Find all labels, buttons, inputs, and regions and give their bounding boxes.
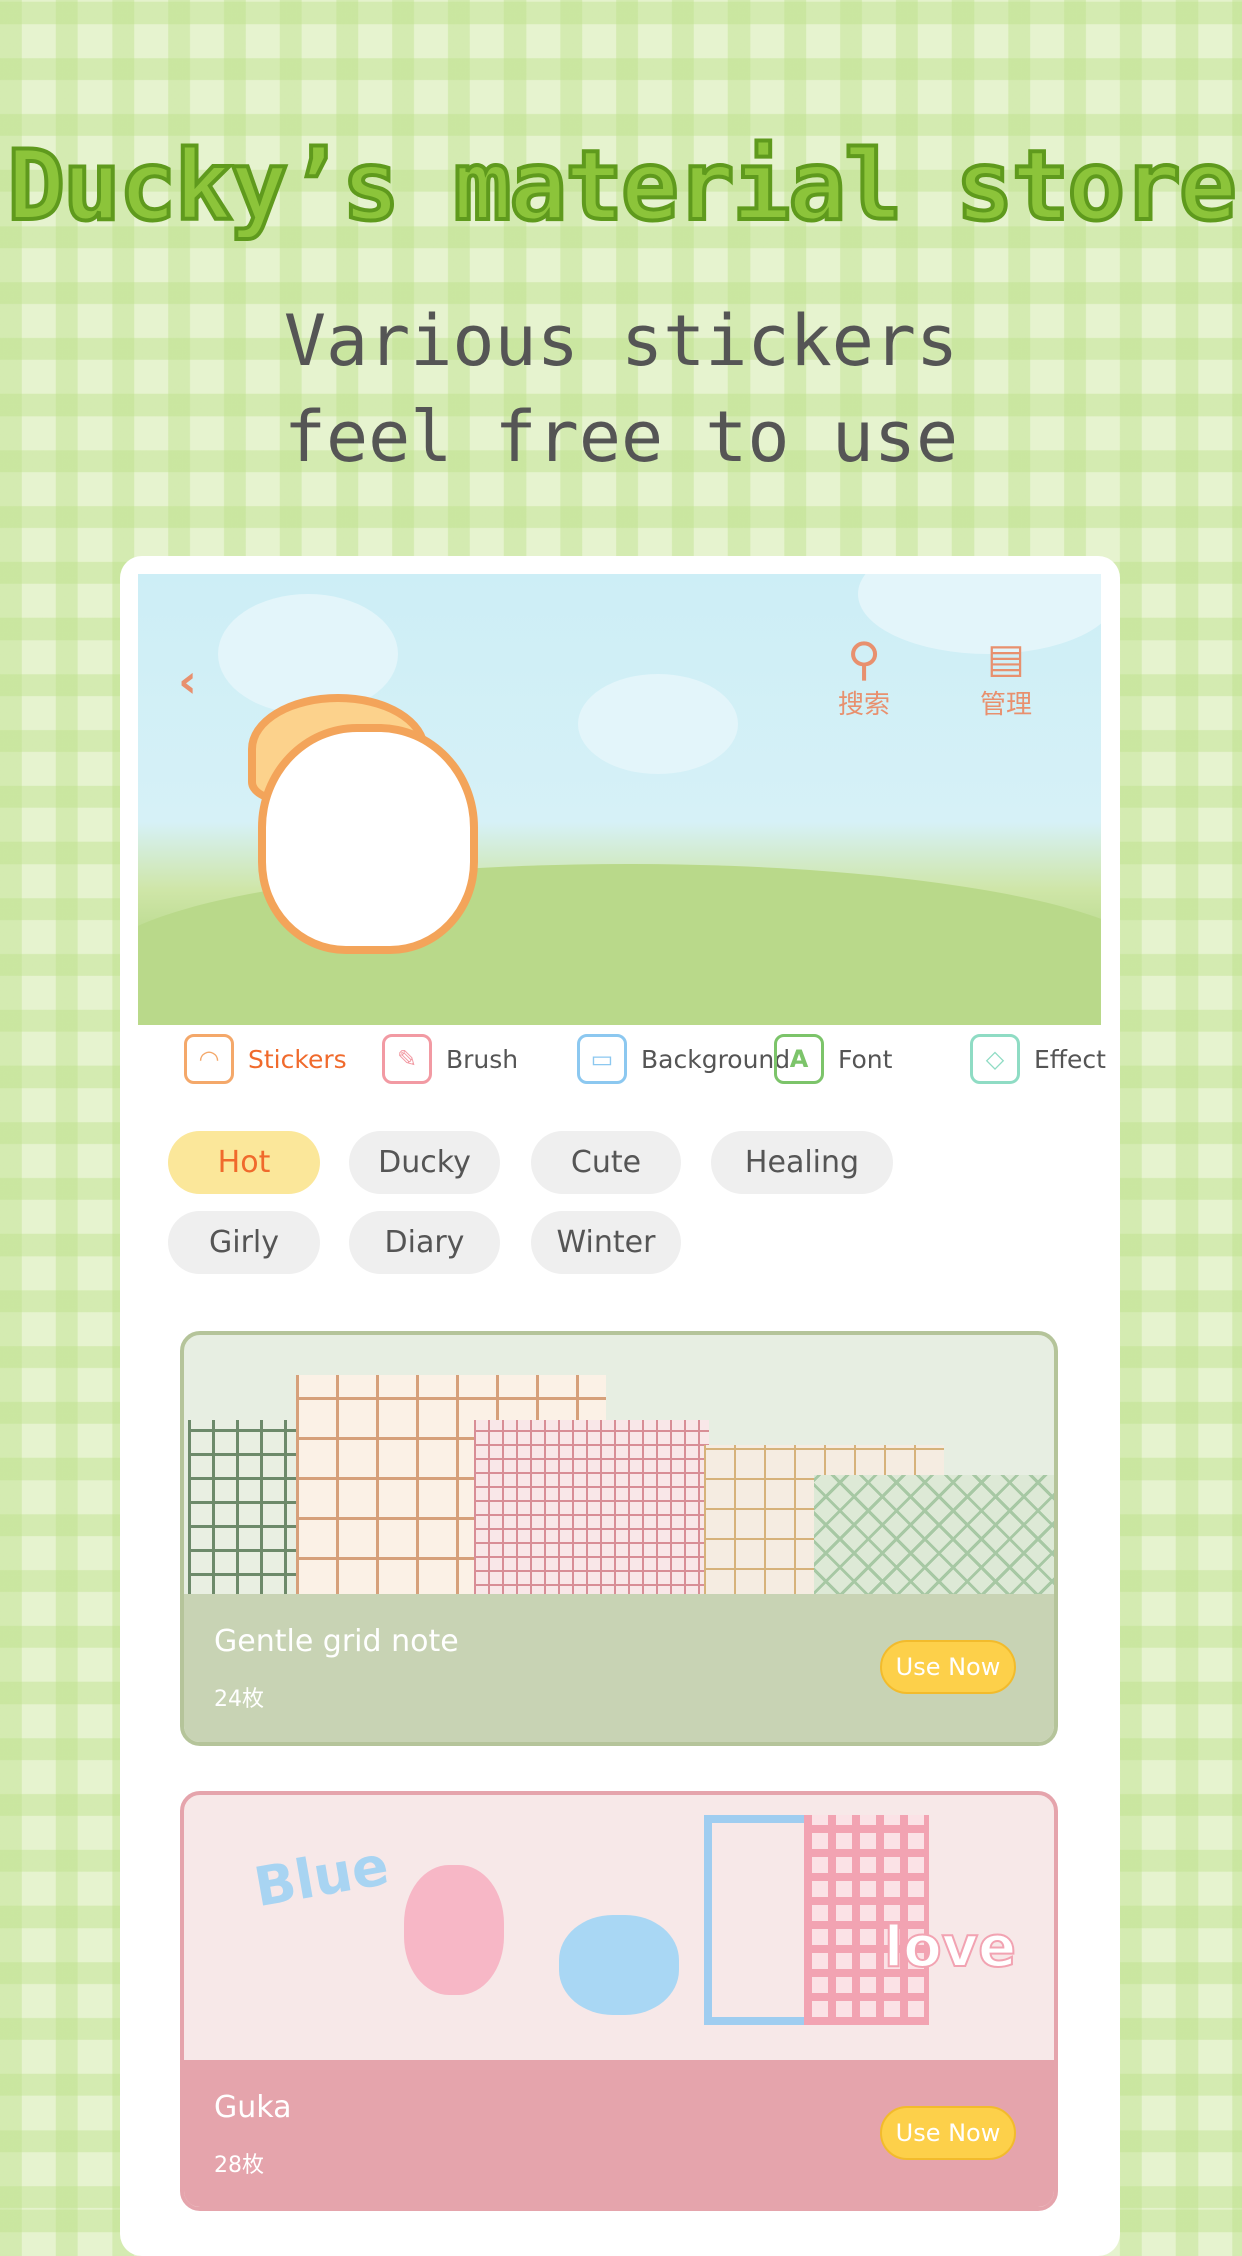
pack-preview-grid [184, 1335, 1054, 1602]
tag-ducky[interactable]: Ducky [349, 1131, 500, 1194]
use-now-button[interactable]: Use Now [880, 2106, 1016, 2160]
pack-preview-stickers: Blue love [184, 1795, 1054, 2060]
promo-title: Ducky’s material store [5, 128, 1239, 244]
duck-illustration [258, 724, 478, 954]
tag-winter[interactable]: Winter [531, 1211, 681, 1274]
use-now-button[interactable]: Use Now [880, 1640, 1016, 1694]
tab-effect[interactable]: ◇ Effect [970, 1034, 1106, 1084]
header-banner: ‹ ⚲ 搜索 ▤ 管理 [138, 574, 1101, 1025]
promo-subtitle-1: Various stickers [283, 300, 959, 382]
promo-subtitle-2: feel free to use [283, 396, 959, 478]
tab-font[interactable]: A Font [774, 1034, 892, 1084]
pack-card[interactable]: Blue love Guka 28枚 Use Now [180, 1791, 1058, 2211]
search-button[interactable]: ⚲ 搜索 [838, 634, 890, 721]
category-tabs: ◠ Stickers ✎ Brush ▭ Background A Font ◇ Effe… [120, 1034, 1120, 1104]
font-icon: A [774, 1034, 824, 1084]
pack-card[interactable]: Gentle grid note 24枚 Use Now [180, 1331, 1058, 1746]
effect-icon: ◇ [970, 1034, 1020, 1084]
tag-girly[interactable]: Girly [168, 1211, 320, 1274]
brush-icon: ✎ [382, 1034, 432, 1084]
tag-cute[interactable]: Cute [531, 1131, 681, 1194]
tag-hot[interactable]: Hot [168, 1131, 320, 1194]
tag-healing[interactable]: Healing [711, 1131, 893, 1194]
clipboard-icon: ▤ [987, 636, 1025, 682]
back-icon[interactable]: ‹ [178, 654, 197, 708]
tab-background[interactable]: ▭ Background [577, 1034, 790, 1084]
tab-brush[interactable]: ✎ Brush [382, 1034, 518, 1084]
tag-diary[interactable]: Diary [349, 1211, 500, 1274]
duck-icon: ◠ [184, 1034, 234, 1084]
background-icon: ▭ [577, 1034, 627, 1084]
app-screen: ‹ ⚲ 搜索 ▤ 管理 ◠ Stickers ✎ Brush ▭ Background… [120, 556, 1120, 2256]
manage-button[interactable]: ▤ 管理 [980, 634, 1032, 721]
tab-stickers[interactable]: ◠ Stickers [184, 1034, 347, 1084]
search-icon: ⚲ [847, 632, 881, 686]
